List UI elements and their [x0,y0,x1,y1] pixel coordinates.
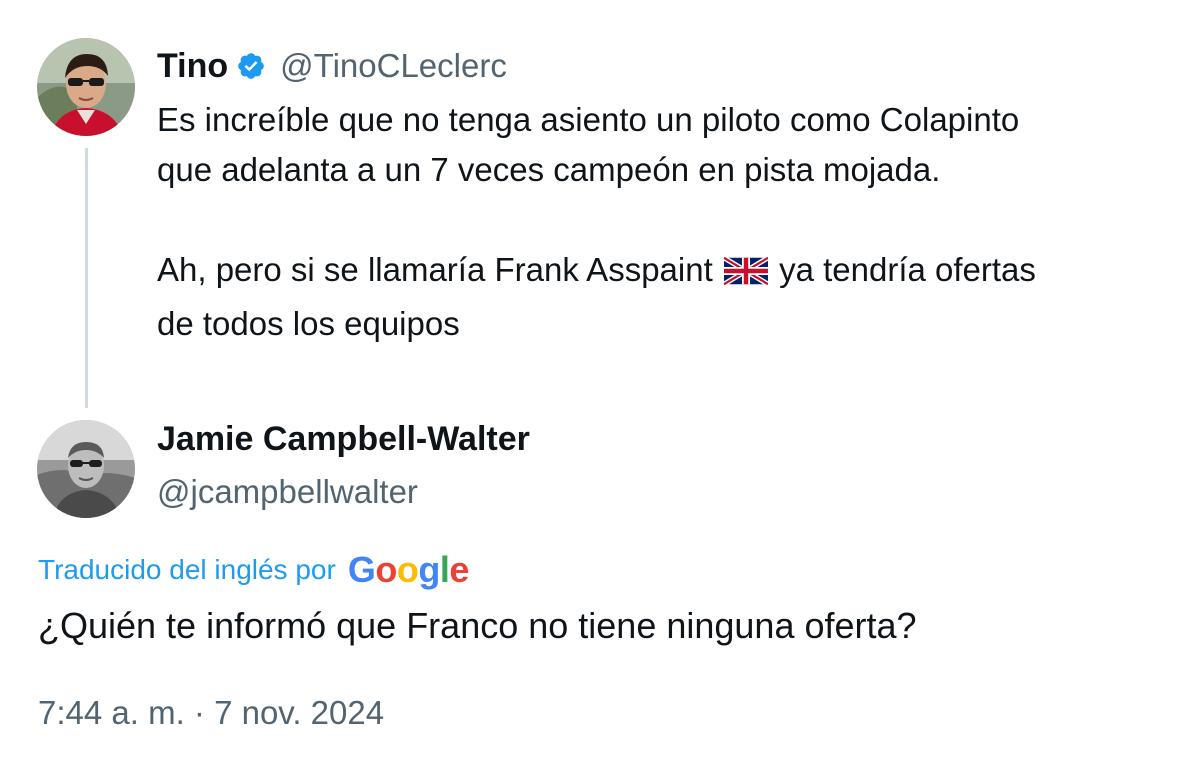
avatar-jamie-image [37,420,135,518]
tweet-text-line: que adelanta a un 7 veces campeón en pis… [157,151,941,188]
reply-text: ¿Quién te informó que Franco no tiene ni… [38,605,917,646]
verified-badge-icon [236,51,266,81]
reply-timestamp[interactable]: 7:44 a. m. · 7 nov. 2024 [38,694,384,732]
tweet-text-line: de todos los equipos [157,305,460,342]
tweet-text-segment: ya tendría ofertas [769,251,1036,288]
tweet-body: Es increíble que no tenga asiento un pil… [157,95,1187,349]
avatar-jamie[interactable] [37,420,135,518]
tweet-text-line: Ah, pero si se llamaría Frank Asspaint y… [157,245,1187,299]
google-logo: Google [347,549,470,591]
tweet-text-segment: Ah, pero si se llamaría Frank Asspaint [157,251,722,288]
google-logo-letter: l [439,549,450,590]
tweet-header: Tino @TinoCLeclerc [157,44,507,88]
tweet-text-line: Es increíble que no tenga asiento un pil… [157,101,1020,138]
avatar-tino-image [37,38,135,136]
translated-label[interactable]: Traducido del inglés por [38,554,336,586]
author-name[interactable]: Tino [157,47,228,86]
google-logo-letter: e [449,549,469,590]
thread-connector-line [85,148,88,408]
uk-flag-icon [722,249,770,299]
reply-author-name[interactable]: Jamie Campbell-Walter [157,420,530,459]
google-logo-letter: o [375,549,397,590]
google-logo-letter: o [396,549,419,590]
translation-attribution: Traducido del inglés por Google [38,548,469,592]
avatar-tino[interactable] [37,38,135,136]
google-logo-letter: G [347,549,376,590]
author-handle[interactable]: @TinoCLeclerc [280,47,507,85]
reply-author-handle[interactable]: @jcampbellwalter [157,473,418,511]
google-logo-letter: g [418,549,440,590]
